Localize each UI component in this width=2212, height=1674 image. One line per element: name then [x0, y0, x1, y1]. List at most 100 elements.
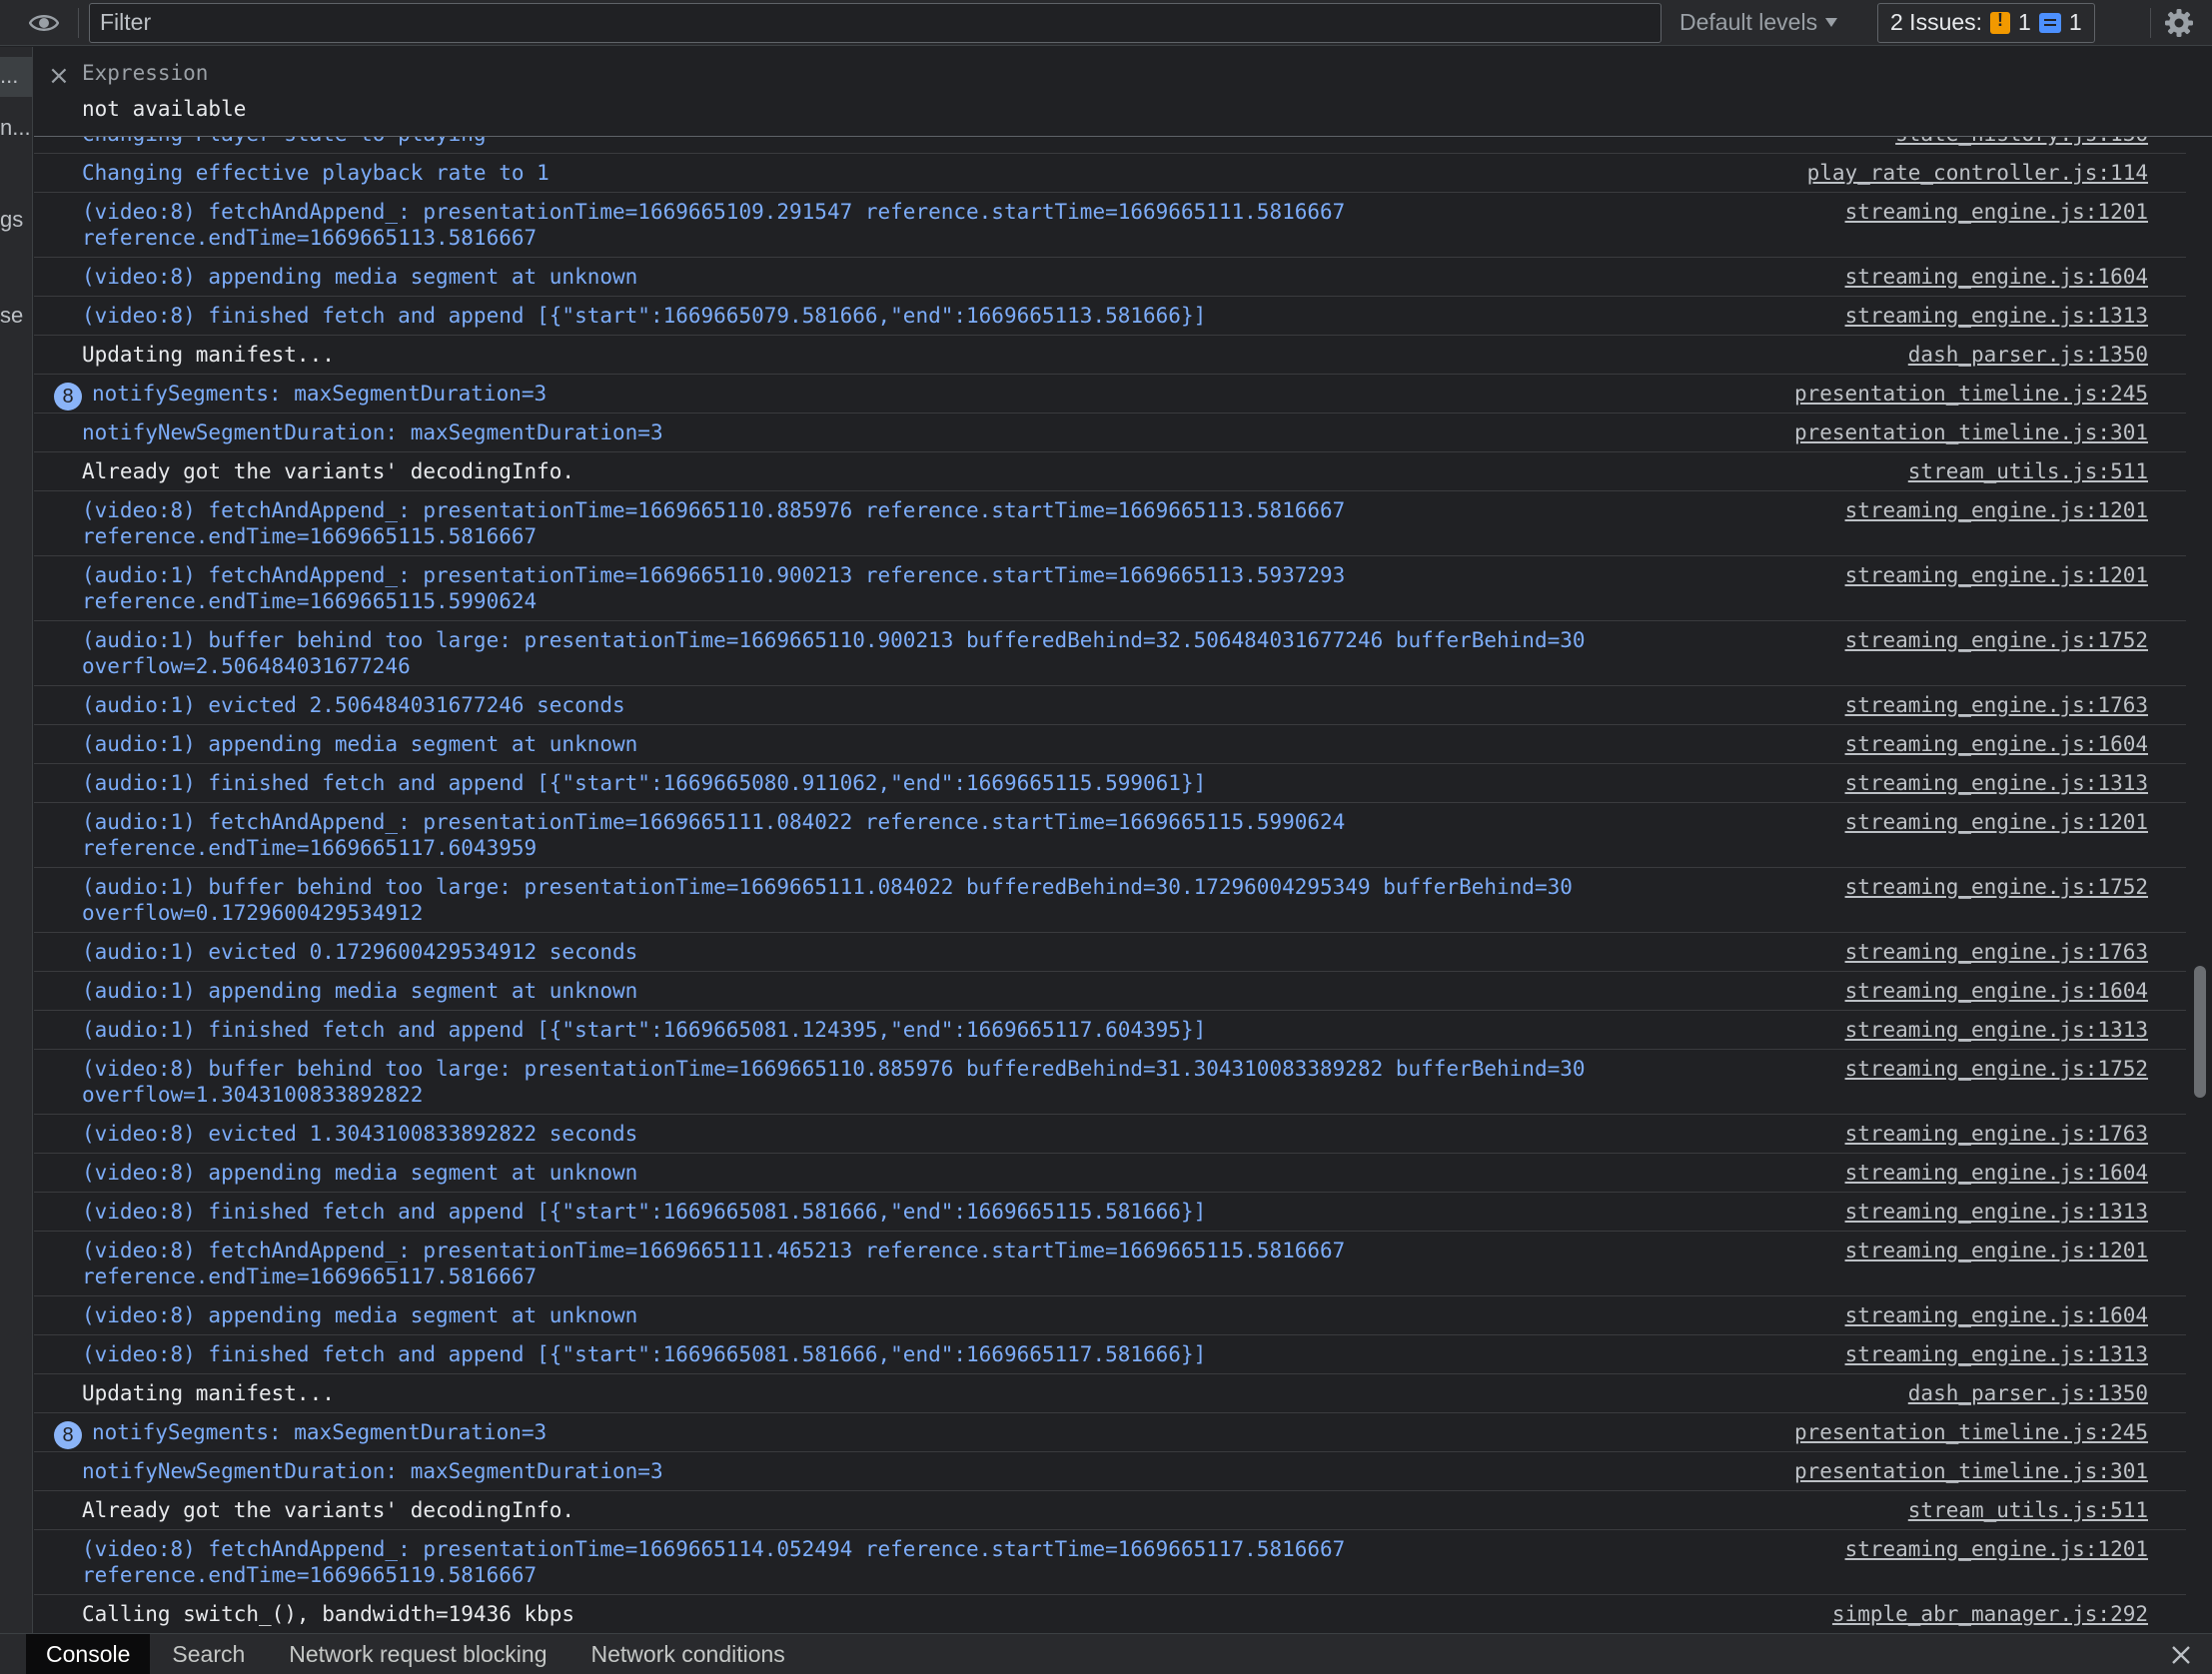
source-link[interactable]: streaming_engine.js:1313 — [1845, 1341, 2148, 1367]
source-link[interactable]: streaming_engine.js:1604 — [1845, 978, 2148, 1004]
log-message: (video:8) finished fetch and append [{"s… — [82, 1200, 1207, 1224]
source-link[interactable]: streaming_engine.js:1313 — [1845, 770, 2148, 796]
sidebar-item[interactable]: n... — [0, 115, 31, 141]
tab-console[interactable]: Console — [26, 1634, 151, 1674]
log-row: Updating manifest... dash_parser.js:1350 — [34, 1374, 2186, 1413]
source-link[interactable]: state_history.js:136 — [1895, 137, 2148, 147]
log-message: (video:8) evicted 1.3043100833892822 sec… — [82, 1122, 638, 1146]
log-levels-dropdown[interactable]: Default levels — [1679, 9, 1863, 36]
gear-icon[interactable] — [2162, 6, 2196, 40]
source-link[interactable]: streaming_engine.js:1201 — [1845, 497, 2148, 523]
scrollbar-thumb[interactable] — [2194, 966, 2206, 1098]
log-message: notifySegments: maxSegmentDuration=3 — [92, 382, 548, 406]
source-link[interactable]: streaming_engine.js:1752 — [1845, 1056, 2148, 1082]
log-message: notifySegments: maxSegmentDuration=3 — [92, 1420, 548, 1444]
source-link[interactable]: streaming_engine.js:1763 — [1845, 939, 2148, 965]
log-row: (audio:1) buffer behind too large: prese… — [34, 621, 2186, 686]
issues-warning-count: 1 — [2018, 9, 2031, 35]
source-link[interactable]: streaming_engine.js:1201 — [1845, 809, 2148, 835]
log-message: notifyNewSegmentDuration: maxSegmentDura… — [82, 420, 663, 444]
source-link[interactable]: streaming_engine.js:1604 — [1845, 1302, 2148, 1328]
source-link[interactable]: streaming_engine.js:1201 — [1845, 562, 2148, 588]
source-link[interactable]: presentation_timeline.js:301 — [1794, 419, 2148, 445]
source-link[interactable]: streaming_engine.js:1313 — [1845, 1017, 2148, 1043]
log-message: (audio:1) finished fetch and append [{"s… — [82, 1018, 1207, 1042]
log-message: Calling switch_(), bandwidth=19436 kbps — [82, 1602, 575, 1626]
log-row: (audio:1) finished fetch and append [{"s… — [34, 764, 2186, 803]
source-link[interactable]: streaming_engine.js:1752 — [1845, 874, 2148, 900]
close-icon[interactable]: × — [48, 61, 70, 91]
source-link[interactable]: dash_parser.js:1350 — [1908, 342, 2148, 368]
log-row: Changing Player state to playing state_hi… — [34, 137, 2186, 154]
console-log: Changing Player state to playing state_hi… — [34, 137, 2186, 1633]
log-message: (audio:1) buffer behind too large: prese… — [82, 875, 1573, 925]
source-link[interactable]: presentation_timeline.js:245 — [1794, 381, 2148, 407]
log-row: (video:8) appending media segment at unk… — [34, 258, 2186, 297]
log-message: notifyNewSegmentDuration: maxSegmentDura… — [82, 1459, 663, 1483]
sidebar-item[interactable]: ... — [0, 63, 18, 89]
log-row: (audio:1) appending media segment at unk… — [34, 972, 2186, 1011]
log-row: (audio:1) evicted 2.506484031677246 seco… — [34, 686, 2186, 725]
filter-input[interactable] — [89, 2, 1661, 43]
tab-network-request-blocking[interactable]: Network request blocking — [267, 1634, 568, 1674]
console-toolbar: Default levels 2 Issues: 1 1 — [0, 0, 2212, 46]
log-message: (video:8) finished fetch and append [{"s… — [82, 1342, 1207, 1366]
log-message: (audio:1) finished fetch and append [{"s… — [82, 771, 1207, 795]
log-row: notifyNewSegmentDuration: maxSegmentDura… — [34, 414, 2186, 452]
expression-value: not available — [82, 97, 247, 121]
eye-icon[interactable] — [24, 3, 64, 43]
toolbar-divider — [78, 7, 79, 38]
log-message: (audio:1) appending media segment at unk… — [82, 979, 638, 1003]
source-link[interactable]: play_rate_controller.js:114 — [1807, 160, 2148, 186]
log-row: (audio:1) fetchAndAppend_: presentationT… — [34, 803, 2186, 868]
tab-network-conditions[interactable]: Network conditions — [569, 1634, 807, 1674]
source-link[interactable]: presentation_timeline.js:301 — [1794, 1458, 2148, 1484]
log-message: (video:8) appending media segment at unk… — [82, 1161, 638, 1185]
scrollbar[interactable] — [2186, 137, 2212, 1633]
source-link[interactable]: streaming_engine.js:1201 — [1845, 1238, 2148, 1263]
source-link[interactable]: stream_utils.js:511 — [1908, 1497, 2148, 1523]
source-link[interactable]: simple_abr_manager.js:292 — [1832, 1601, 2148, 1627]
log-row: Already got the variants' decodingInfo. s… — [34, 1491, 2186, 1530]
tab-search[interactable]: Search — [150, 1634, 267, 1674]
warning-icon — [1990, 10, 2011, 34]
source-link[interactable]: dash_parser.js:1350 — [1908, 1380, 2148, 1406]
source-link[interactable]: streaming_engine.js:1604 — [1845, 1160, 2148, 1186]
source-link[interactable]: streaming_engine.js:1604 — [1845, 731, 2148, 757]
source-link[interactable]: streaming_engine.js:1763 — [1845, 692, 2148, 718]
source-link[interactable]: streaming_engine.js:1201 — [1845, 199, 2148, 225]
issues-info-count: 1 — [2068, 9, 2082, 35]
log-levels-label: Default levels — [1679, 9, 1818, 35]
issues-label: 2 Issues: — [1890, 9, 1983, 35]
log-message: (audio:1) appending media segment at unk… — [82, 732, 638, 756]
source-link[interactable]: streaming_engine.js:1201 — [1845, 1536, 2148, 1562]
log-row: (video:8) fetchAndAppend_: presentationT… — [34, 1232, 2186, 1296]
source-link[interactable]: streaming_engine.js:1752 — [1845, 627, 2148, 653]
source-link[interactable]: streaming_engine.js:1763 — [1845, 1121, 2148, 1147]
log-row: notifyNewSegmentDuration: maxSegmentDura… — [34, 1452, 2186, 1491]
sidebar-item[interactable]: gs — [0, 207, 23, 233]
repeat-count-badge: 8 — [54, 383, 82, 411]
log-row: (video:8) fetchAndAppend_: presentationT… — [34, 1530, 2186, 1595]
log-message: (audio:1) fetchAndAppend_: presentationT… — [82, 563, 1346, 613]
log-message: (audio:1) buffer behind too large: prese… — [82, 628, 1586, 678]
log-message: (video:8) buffer behind too large: prese… — [82, 1057, 1586, 1107]
log-message: Already got the variants' decodingInfo. — [82, 1498, 575, 1522]
log-row: (audio:1) buffer behind too large: prese… — [34, 868, 2186, 933]
source-link[interactable]: streaming_engine.js:1604 — [1845, 264, 2148, 290]
log-row: (video:8) fetchAndAppend_: presentationT… — [34, 491, 2186, 556]
source-link[interactable]: presentation_timeline.js:245 — [1794, 1419, 2148, 1445]
issues-button[interactable]: 2 Issues: 1 1 — [1877, 2, 2095, 43]
source-link[interactable]: streaming_engine.js:1313 — [1845, 303, 2148, 329]
log-message: Changing effective playback rate to 1 — [82, 161, 550, 185]
sidebar-item[interactable]: se — [0, 303, 23, 329]
log-message: Updating manifest... — [82, 1381, 335, 1405]
source-link[interactable]: stream_utils.js:511 — [1908, 458, 2148, 484]
log-row: (audio:1) evicted 0.1729600429534912 sec… — [34, 933, 2186, 972]
log-message: (video:8) appending media segment at unk… — [82, 1303, 638, 1327]
close-icon[interactable] — [2168, 1642, 2194, 1668]
log-message: Changing Player state to playing — [82, 137, 1700, 147]
expression-label[interactable]: Expression — [82, 61, 208, 85]
source-link[interactable]: streaming_engine.js:1313 — [1845, 1199, 2148, 1225]
log-message: (video:8) fetchAndAppend_: presentationT… — [82, 1239, 1346, 1288]
